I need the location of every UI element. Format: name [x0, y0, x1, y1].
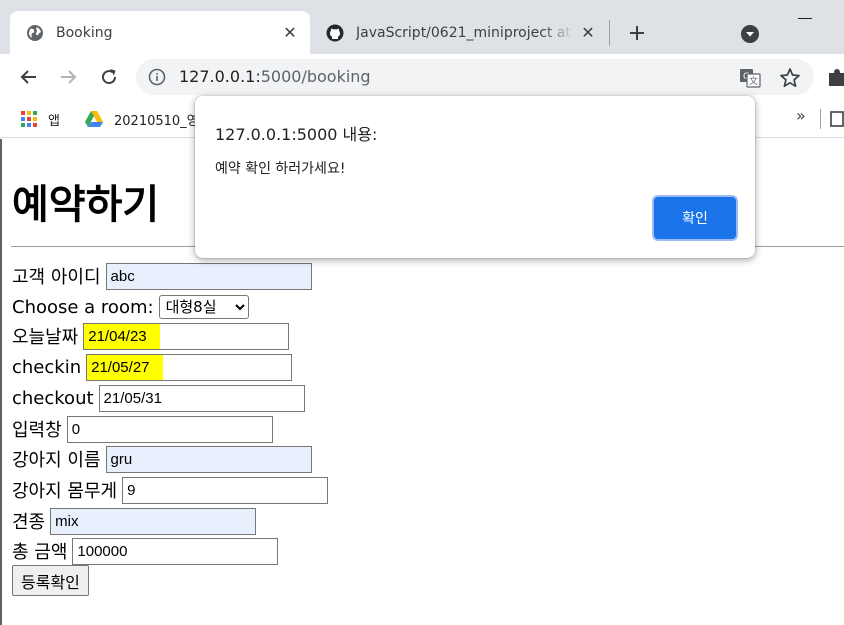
dog-weight-input[interactable] — [122, 476, 329, 504]
customer-id-row: 고객 아이디 — [12, 262, 312, 290]
today-label: 오늘날짜 — [12, 327, 79, 348]
breed-input[interactable] — [50, 507, 257, 535]
puzzle-icon[interactable] — [826, 66, 844, 88]
browser-toolbar: 127.0.0.1:5000/booking G文 — [0, 54, 844, 100]
today-row: 오늘날짜 — [12, 322, 290, 350]
input-box-label: 입력창 — [12, 420, 62, 441]
tab-separator — [609, 20, 610, 46]
forward-button[interactable] — [53, 62, 83, 92]
reload-icon — [102, 69, 117, 85]
github-icon — [326, 24, 344, 42]
bookmarks-separator — [820, 109, 821, 129]
chevron-down-icon — [741, 25, 759, 43]
arrow-right-icon — [61, 70, 77, 84]
tab-strip: Booking ✕ JavaScript/0621_miniproject at… — [0, 0, 844, 54]
customer-id-label: 고객 아이디 — [12, 267, 101, 288]
apps-grid-icon — [21, 111, 37, 127]
dog-name-row: 강아지 이름 — [12, 445, 312, 473]
checkin-input[interactable] — [86, 353, 293, 381]
checkin-row: checkin — [12, 353, 293, 381]
minimize-icon[interactable] — [798, 18, 812, 19]
checkout-input[interactable] — [98, 384, 305, 412]
bookmark-apps[interactable]: 앱 — [20, 108, 60, 130]
new-tab-button[interactable] — [622, 18, 652, 48]
close-icon[interactable]: ✕ — [574, 19, 602, 47]
translate-icon: G文 — [740, 69, 761, 88]
tab-title: JavaScript/0621_miniproject at main — [356, 24, 574, 41]
bookmark-label: 20210510_영 — [114, 113, 199, 129]
tab-search-button[interactable] — [736, 20, 764, 48]
tab-booking[interactable]: Booking ✕ — [10, 11, 310, 54]
arrow-left-icon — [20, 70, 36, 84]
url-host: 127.0.0.1: — [179, 67, 261, 86]
customer-id-input[interactable] — [105, 262, 312, 290]
checkin-label: checkin — [12, 356, 82, 378]
globe-icon — [26, 24, 44, 42]
bookmarks-more-icon[interactable]: » — [796, 106, 806, 125]
total-input[interactable] — [72, 537, 279, 565]
total-label: 총 금액 — [12, 542, 68, 563]
total-row: 총 금액 — [12, 537, 279, 565]
room-row: Choose a room: 대형8실 — [12, 293, 249, 321]
dialog-ok-button[interactable]: 확인 — [654, 197, 736, 239]
dialog-title: 127.0.0.1:5000 내용: — [215, 125, 378, 144]
today-input[interactable] — [83, 322, 290, 350]
checkout-label: checkout — [12, 387, 94, 409]
bookmark-label: 앱 — [48, 113, 60, 129]
dog-weight-label: 강아지 몸무게 — [12, 481, 118, 502]
page-title: 예약하기 — [12, 182, 160, 228]
alert-dialog: 127.0.0.1:5000 내용: 예약 확인 하러가세요! 확인 — [195, 96, 755, 258]
reload-button[interactable] — [94, 62, 124, 92]
tab-title: Booking — [56, 24, 113, 41]
google-drive-icon — [85, 111, 103, 127]
room-label: Choose a room: — [12, 296, 154, 318]
breed-row: 견종 — [12, 507, 257, 535]
url-text: 127.0.0.1:5000/booking — [179, 67, 371, 86]
plus-icon — [630, 26, 644, 40]
svg-text:文: 文 — [749, 75, 758, 87]
tab-github[interactable]: JavaScript/0621_miniproject at main ✕ — [312, 11, 608, 54]
bookmark-drive[interactable]: 20210510_영 — [84, 108, 199, 130]
dialog-message: 예약 확인 하러가세요! — [215, 161, 346, 177]
checkout-row: checkout — [12, 384, 305, 412]
dog-name-label: 강아지 이름 — [12, 450, 101, 471]
url-path: 5000/booking — [260, 67, 371, 86]
info-icon — [148, 68, 166, 86]
input-box-row: 입력창 — [12, 415, 273, 443]
dog-name-input[interactable] — [105, 445, 312, 473]
address-bar[interactable]: 127.0.0.1:5000/booking G文 — [136, 59, 814, 95]
room-select[interactable]: 대형8실 — [158, 295, 249, 319]
submit-button[interactable]: 등록확인 — [12, 565, 89, 596]
back-button[interactable] — [14, 62, 44, 92]
dog-weight-row: 강아지 몸무게 — [12, 476, 329, 504]
input-box-input[interactable] — [66, 415, 273, 443]
close-icon[interactable]: ✕ — [276, 19, 304, 47]
star-icon — [780, 68, 800, 88]
reading-list-icon[interactable] — [830, 110, 844, 128]
breed-label: 견종 — [12, 512, 46, 533]
